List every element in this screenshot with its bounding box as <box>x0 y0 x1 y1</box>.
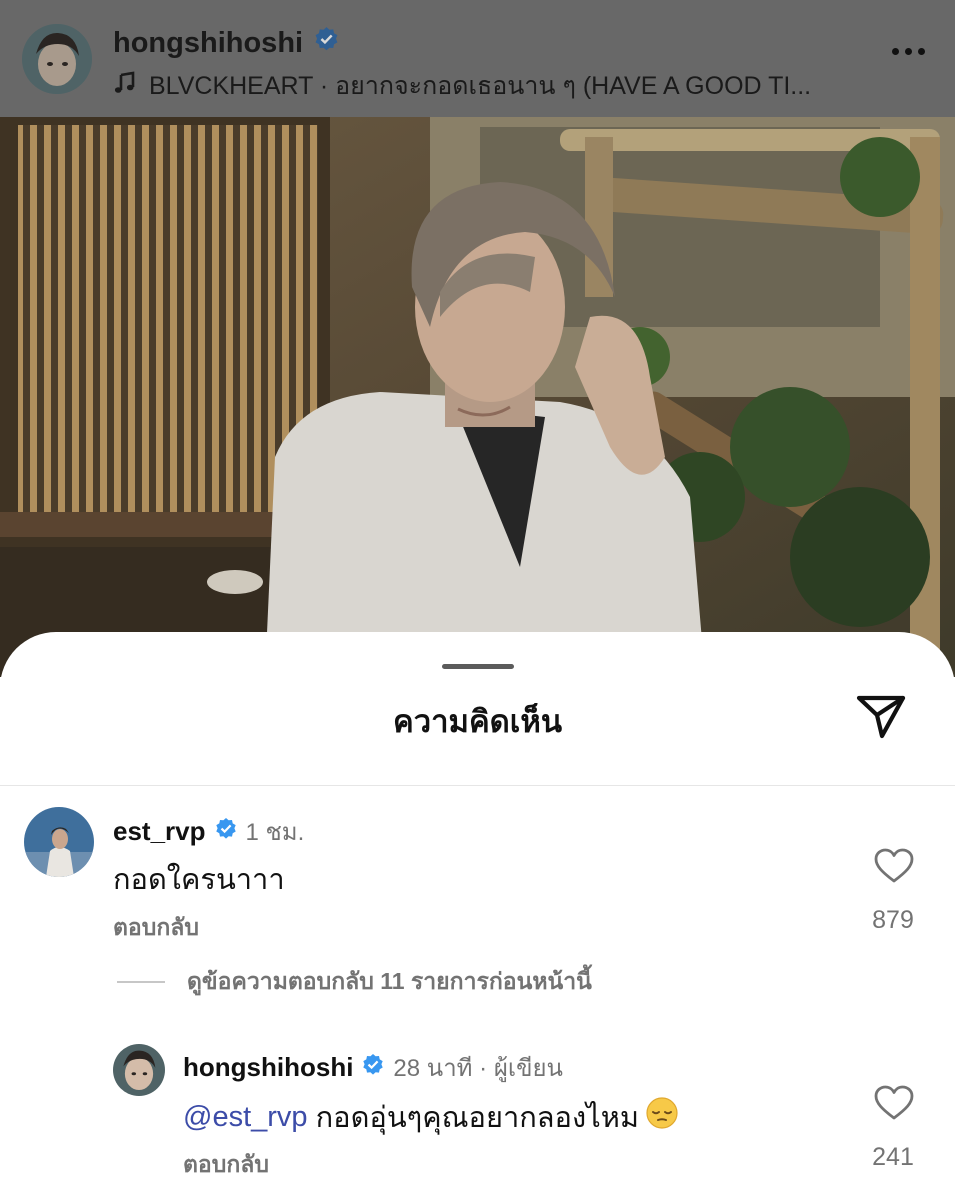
post-photo[interactable] <box>0 117 955 677</box>
comment-text: กอดใครนาาา <box>113 864 285 896</box>
comment-time: 1 ชม. <box>245 819 305 846</box>
verified-badge-icon <box>214 817 238 846</box>
verified-badge-icon <box>313 26 340 61</box>
like-heart-icon[interactable] <box>874 848 914 884</box>
comments-sheet: ความคิดเห็น est_rvp 1 ชม. กอดใครนาาา ตอบ… <box>0 632 955 1200</box>
reply-avatar[interactable] <box>113 1044 165 1096</box>
music-row[interactable]: BLVCKHEART · อยากจะกอดเธอนาน ๆ (HAVE A G… <box>113 66 811 106</box>
reply-meta: hongshihoshi 28 นาที · ผู้เขียน <box>183 1048 563 1087</box>
author-username-row[interactable]: hongshihoshi <box>113 26 340 61</box>
sheet-title: ความคิดเห็น <box>392 704 563 739</box>
reply-text-row: @est_rvp กอดอุ่นๆคุณอยากลองไหม <box>183 1094 679 1140</box>
comment-meta: est_rvp 1 ชม. <box>113 812 304 851</box>
reply-button[interactable]: ตอบกลับ <box>183 1147 269 1183</box>
like-count: 241 <box>872 1143 914 1171</box>
verified-badge-icon <box>361 1053 385 1082</box>
view-replies-label[interactable]: ดูข้อความตอบกลับ 11 รายการก่อนหน้านี้ <box>187 964 592 1000</box>
reply-time: 28 นาที · ผู้เขียน <box>393 1055 563 1082</box>
sheet-divider <box>0 785 955 786</box>
view-previous-replies-button[interactable]: ดูข้อความตอบกลับ 11 รายการก่อนหน้านี้ <box>117 964 592 1000</box>
mention-link[interactable]: @est_rvp <box>183 1101 308 1134</box>
like-count: 879 <box>872 906 914 934</box>
like-heart-icon[interactable] <box>874 1085 914 1121</box>
sheet-drag-handle[interactable] <box>442 664 514 669</box>
post-header: hongshihoshi BLVCKHEART · อยากจะกอดเธอนา… <box>0 0 955 117</box>
comment-username[interactable]: est_rvp <box>113 816 206 847</box>
commenter-avatar[interactable] <box>24 807 94 877</box>
author-avatar[interactable] <box>22 24 92 94</box>
share-send-icon[interactable] <box>855 692 907 740</box>
more-options-icon[interactable] <box>892 48 925 55</box>
author-username[interactable]: hongshihoshi <box>113 27 303 60</box>
reply-username[interactable]: hongshihoshi <box>183 1052 353 1083</box>
pensive-face-emoji-icon <box>645 1096 679 1138</box>
reply-text: กอดอุ่นๆคุณอยากลองไหม <box>307 1102 639 1134</box>
reply-button[interactable]: ตอบกลับ <box>113 910 199 946</box>
replies-line <box>117 981 165 983</box>
music-note-icon <box>113 70 137 102</box>
music-title[interactable]: BLVCKHEART · อยากจะกอดเธอนาน ๆ (HAVE A G… <box>149 66 811 106</box>
